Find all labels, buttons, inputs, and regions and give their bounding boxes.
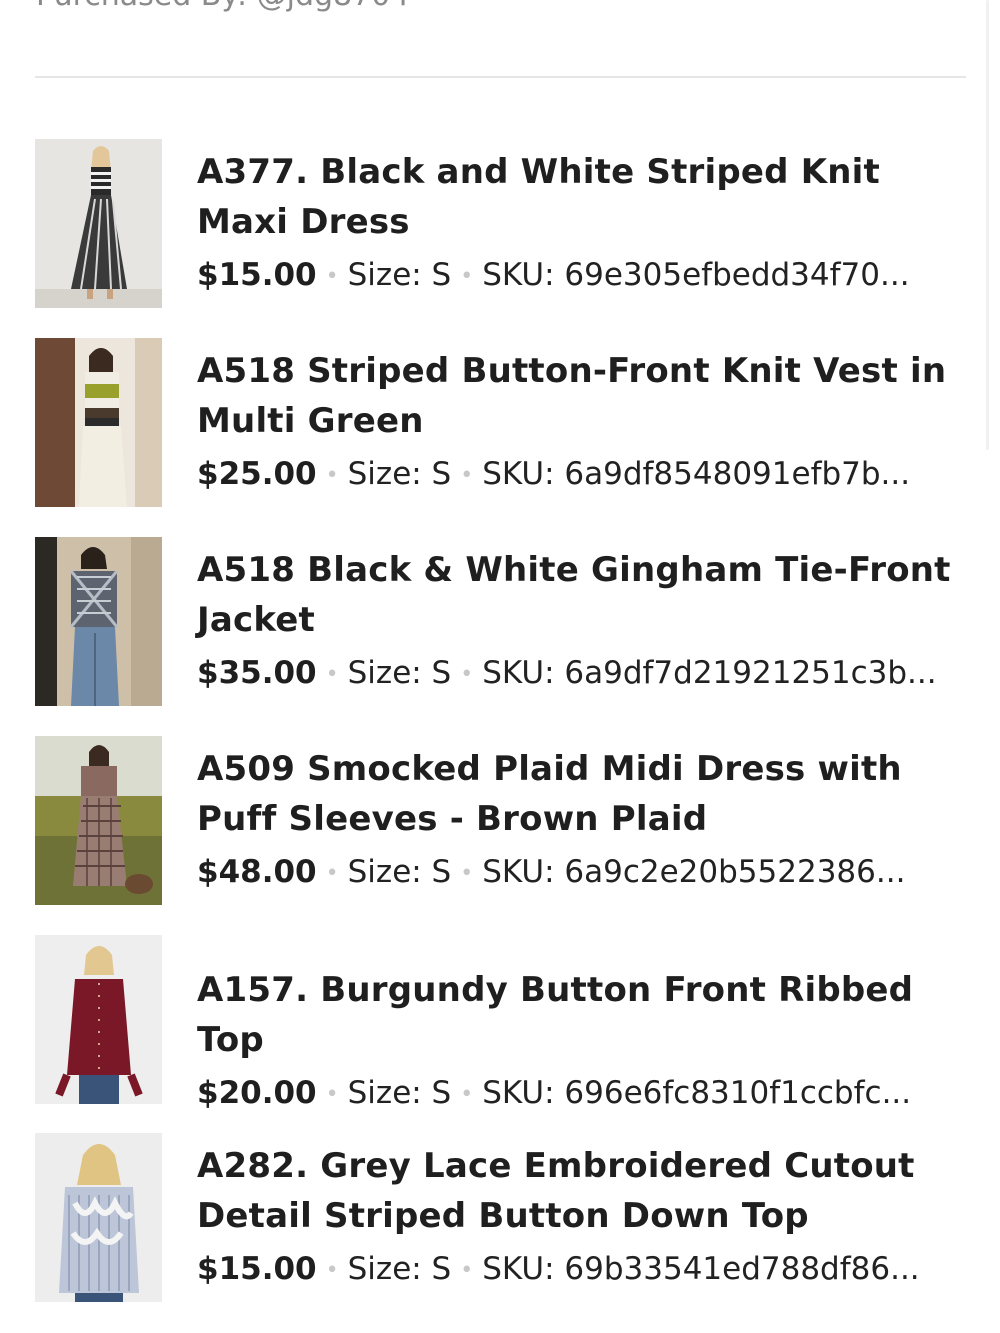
- separator-dot: •: [460, 263, 474, 289]
- item-sku: SKU: 696e6fc8310f1ccbfc...: [482, 1075, 912, 1111]
- item-price: $35.00: [197, 655, 317, 691]
- separator-dot: •: [325, 263, 339, 289]
- item-sku: SKU: 6a9df7d21921251c3b...: [482, 655, 937, 691]
- item-price: $15.00: [197, 1251, 317, 1287]
- product-image[interactable]: [35, 139, 162, 308]
- item-title[interactable]: A509 Smocked Plaid Midi Dress with Puff …: [197, 744, 967, 844]
- item-meta: $25.00 • Size: S • SKU: 6a9df8548091efb7b...: [197, 454, 967, 496]
- item-size: Size: S: [347, 854, 452, 890]
- item-title[interactable]: A282. Grey Lace Embroidered Cutout Detai…: [197, 1141, 967, 1241]
- item-size: Size: S: [347, 257, 452, 293]
- separator-dot: •: [460, 1081, 474, 1107]
- item-price: $25.00: [197, 456, 317, 492]
- item-title[interactable]: A518 Black & White Gingham Tie-Front Jac…: [197, 545, 967, 645]
- product-image[interactable]: [35, 736, 162, 905]
- item-meta: $20.00 • Size: S • SKU: 696e6fc8310f1ccbfc..…: [197, 1073, 967, 1115]
- item-sku: SKU: 69b33541ed788df86...: [482, 1251, 920, 1287]
- item-sku: SKU: 69e305efbedd34f70...: [482, 257, 910, 293]
- separator-dot: •: [325, 1257, 339, 1283]
- item-size: Size: S: [347, 1075, 452, 1111]
- item-meta: $15.00 • Size: S • SKU: 69e305efbedd34f70...: [197, 255, 967, 297]
- item-meta: $15.00 • Size: S • SKU: 69b33541ed788df86...: [197, 1249, 967, 1291]
- product-image[interactable]: [35, 338, 162, 507]
- item-title[interactable]: A157. Burgundy Button Front Ribbed Top: [197, 965, 967, 1065]
- item-price: $20.00: [197, 1075, 317, 1111]
- separator-dot: •: [325, 860, 339, 886]
- scrollbar[interactable]: [986, 0, 989, 450]
- item-price: $15.00: [197, 257, 317, 293]
- item-sku: SKU: 6a9df8548091efb7b...: [482, 456, 911, 492]
- item-price: $48.00: [197, 854, 317, 890]
- item-meta: $48.00 • Size: S • SKU: 6a9c2e20b5522386...: [197, 852, 967, 894]
- separator-dot: •: [325, 1081, 339, 1107]
- item-size: Size: S: [347, 456, 452, 492]
- separator-dot: •: [325, 661, 339, 687]
- separator-dot: •: [460, 1257, 474, 1283]
- item-sku: SKU: 6a9c2e20b5522386...: [482, 854, 906, 890]
- product-image[interactable]: [35, 935, 162, 1104]
- separator-dot: •: [460, 661, 474, 687]
- purchased-by-label: Purchased By: @jdg8704: [36, 0, 409, 13]
- item-size: Size: S: [347, 655, 452, 691]
- separator-dot: •: [460, 860, 474, 886]
- divider: [35, 76, 966, 78]
- separator-dot: •: [325, 462, 339, 488]
- item-title[interactable]: A518 Striped Button-Front Knit Vest in M…: [197, 346, 967, 446]
- item-meta: $35.00 • Size: S • SKU: 6a9df7d21921251c3b..…: [197, 653, 967, 695]
- item-size: Size: S: [347, 1251, 452, 1287]
- separator-dot: •: [460, 462, 474, 488]
- product-image[interactable]: [35, 1133, 162, 1302]
- item-title[interactable]: A377. Black and White Striped Knit Maxi …: [197, 147, 967, 247]
- product-image[interactable]: [35, 537, 162, 706]
